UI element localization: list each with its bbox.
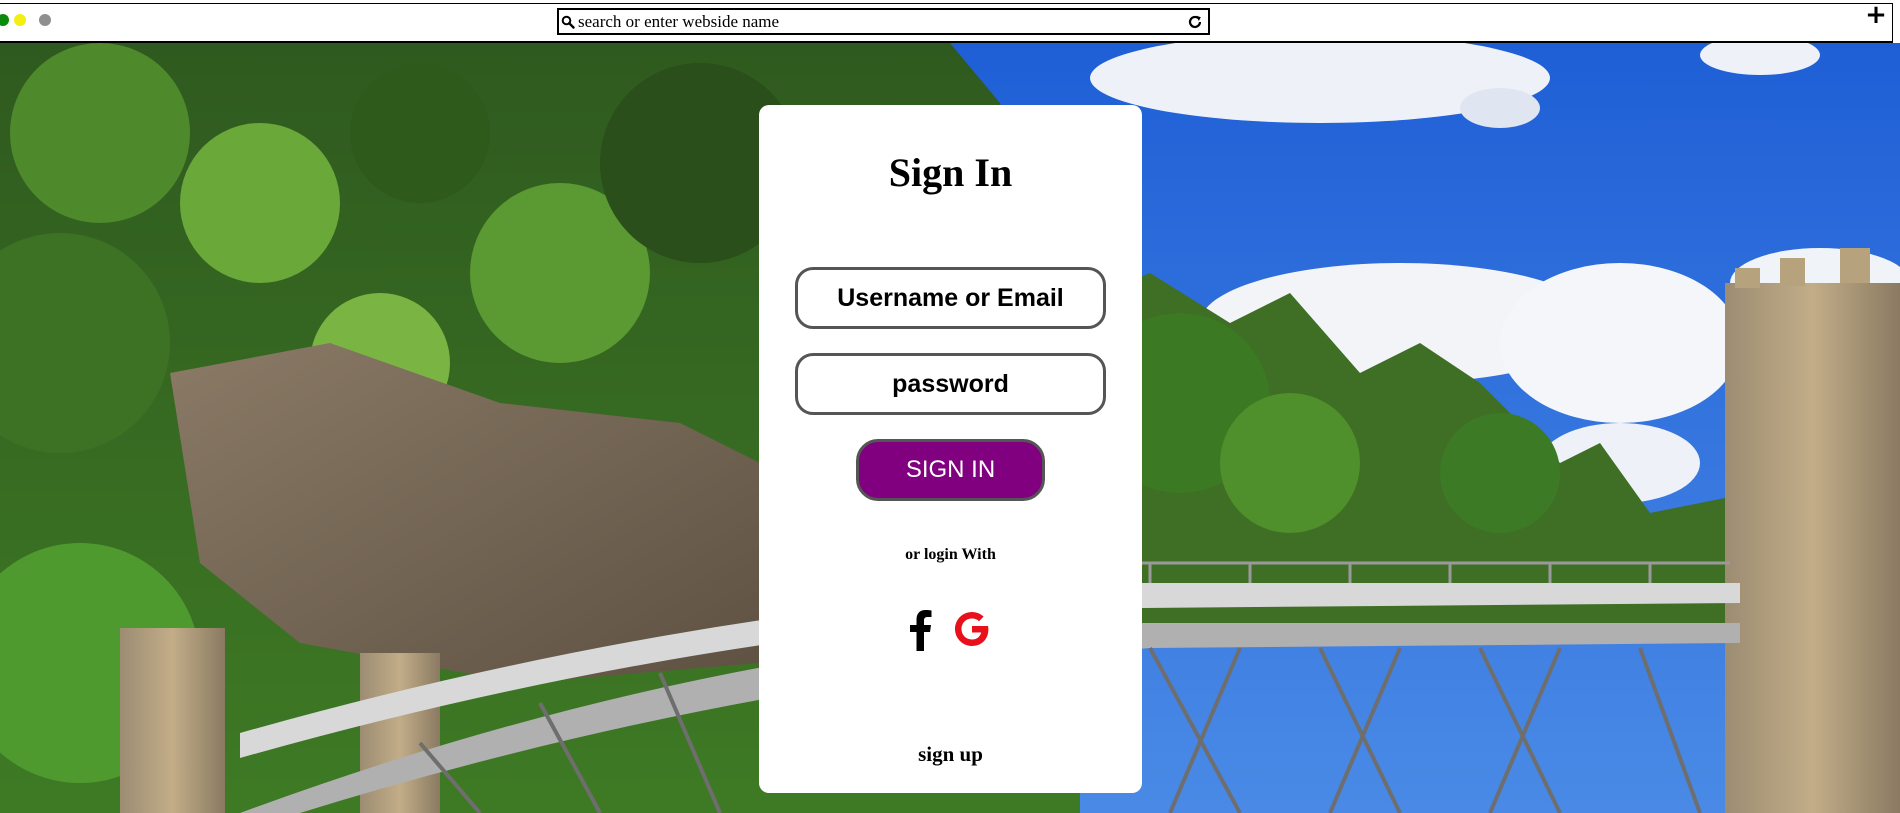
password-input[interactable]: [798, 356, 1103, 412]
toolbar-border-right: [1892, 3, 1893, 43]
new-tab-button[interactable]: +: [1865, 0, 1887, 30]
username-field[interactable]: [795, 267, 1106, 329]
signin-card: Sign In SIGN IN or login With sign up: [759, 105, 1142, 793]
alt-login-label: or login With: [905, 546, 996, 563]
username-input[interactable]: [798, 270, 1103, 326]
search-icon: [561, 15, 575, 29]
facebook-icon[interactable]: [907, 607, 933, 651]
signin-title: Sign In: [888, 150, 1013, 195]
window-minimize-dot[interactable]: [14, 14, 26, 26]
window-maximize-dot[interactable]: [39, 14, 51, 26]
sign-in-button[interactable]: SIGN IN: [856, 439, 1045, 501]
address-bar[interactable]: [557, 8, 1210, 35]
google-icon[interactable]: [952, 607, 992, 651]
address-input[interactable]: [578, 10, 1178, 33]
toolbar-border-bottom: [0, 41, 1893, 43]
sign-up-link[interactable]: sign up: [759, 742, 1142, 767]
password-field[interactable]: [795, 353, 1106, 415]
toolbar-border-top: [0, 3, 1893, 4]
reload-icon[interactable]: [1187, 14, 1203, 30]
window-close-dot[interactable]: [0, 14, 9, 26]
browser-toolbar: +: [0, 0, 1900, 43]
